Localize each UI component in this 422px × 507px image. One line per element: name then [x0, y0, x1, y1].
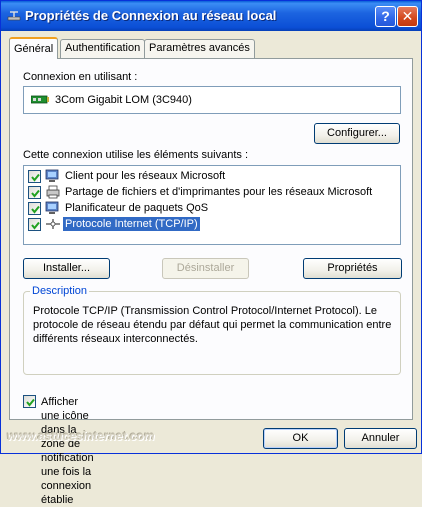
- connect-using-label: Connexion en utilisant :: [23, 71, 138, 83]
- adapter-name: 3Com Gigabit LOM (3C940): [55, 94, 192, 106]
- description-text: Protocole TCP/IP (Transmission Control P…: [33, 305, 392, 345]
- properties-button[interactable]: Propriétés: [303, 258, 402, 279]
- description-group: Description Protocole TCP/IP (Transmissi…: [23, 285, 401, 375]
- general-tab-panel: Connexion en utilisant : 3Com Gigabit LO…: [9, 58, 413, 506]
- close-button[interactable]: ✕: [397, 6, 418, 27]
- client-network-icon: [45, 168, 61, 184]
- component-label: Protocole Internet (TCP/IP): [63, 217, 200, 231]
- uninstall-button[interactable]: Désinstaller: [162, 258, 249, 279]
- network-connection-icon: [7, 9, 21, 23]
- adapter-field: 3Com Gigabit LOM (3C940): [23, 86, 401, 114]
- component-label: Planificateur de paquets QoS: [65, 202, 209, 214]
- window-title: Propriétés de Connexion au réseau local: [25, 8, 277, 23]
- component-checkbox[interactable]: [28, 202, 41, 215]
- component-checkbox[interactable]: [28, 170, 41, 183]
- component-label: Partage de fichiers et d'imprimantes pou…: [65, 186, 373, 198]
- install-button[interactable]: Installer...: [23, 258, 110, 279]
- network-card-icon: [30, 95, 49, 105]
- component-checkbox[interactable]: [28, 218, 41, 231]
- close-icon: ✕: [401, 8, 414, 24]
- help-icon: ?: [381, 8, 390, 24]
- component-label: Client pour les réseaux Microsoft: [65, 170, 226, 182]
- component-checkbox[interactable]: [28, 186, 41, 199]
- notify-checkbox[interactable]: [23, 395, 36, 408]
- notify-checkbox-label: Afficher une icône dans la zone de notif…: [41, 396, 94, 506]
- components-list[interactable]: Client pour les réseaux Microsoft Partag…: [23, 165, 401, 245]
- tab-advanced-settings[interactable]: Paramètres avancés: [144, 39, 255, 58]
- file-printer-sharing-icon: [45, 184, 61, 200]
- description-title: Description: [30, 285, 90, 297]
- tab-general[interactable]: Général: [9, 37, 59, 59]
- qos-scheduler-icon: [45, 200, 61, 216]
- title-bar[interactable]: Propriétés de Connexion au réseau local …: [1, 1, 421, 31]
- protocol-icon: [45, 216, 61, 232]
- configure-button[interactable]: Configurer...: [314, 123, 400, 144]
- properties-dialog: Propriétés de Connexion au réseau local …: [0, 0, 422, 506]
- components-label: Cette connexion utilise les éléments sui…: [23, 149, 249, 161]
- tab-authentication[interactable]: Authentification: [60, 39, 146, 58]
- watermark-text: www.astucesinternet.com: [7, 429, 155, 443]
- ok-button[interactable]: OK: [263, 428, 338, 449]
- cancel-button[interactable]: Annuler: [344, 428, 417, 449]
- help-button[interactable]: ?: [375, 6, 396, 27]
